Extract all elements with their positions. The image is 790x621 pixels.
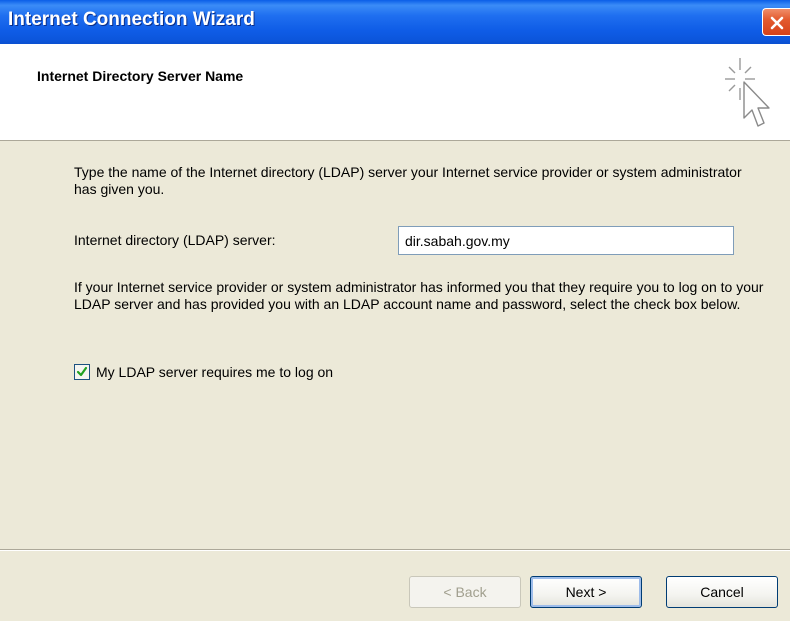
window-title: Internet Connection Wizard [8, 9, 255, 30]
wizard-header: Internet Directory Server Name [0, 44, 790, 141]
logon-checkbox-label[interactable]: My LDAP server requires me to log on [96, 364, 333, 380]
wizard-content: Type the name of the Internet directory … [0, 141, 790, 521]
back-button[interactable]: < Back [409, 576, 521, 608]
footer-divider [0, 549, 790, 551]
title-bar[interactable]: Internet Connection Wizard [0, 0, 790, 44]
close-icon [770, 16, 784, 30]
wizard-cursor-icon [725, 58, 770, 127]
cancel-button[interactable]: Cancel [666, 576, 778, 608]
intro-text: Type the name of the Internet directory … [74, 164, 742, 197]
ldap-server-input[interactable] [398, 226, 734, 255]
logon-checkbox[interactable] [74, 364, 90, 380]
wizard-window: Internet Connection Wizard Internet Dire… [0, 0, 790, 621]
close-button[interactable] [762, 8, 790, 36]
next-button[interactable]: Next > [530, 576, 642, 608]
info-text: If your Internet service provider or sys… [74, 279, 764, 312]
page-title: Internet Directory Server Name [37, 68, 244, 84]
server-label: Internet directory (LDAP) server: [74, 232, 276, 248]
checkmark-icon [76, 366, 88, 377]
